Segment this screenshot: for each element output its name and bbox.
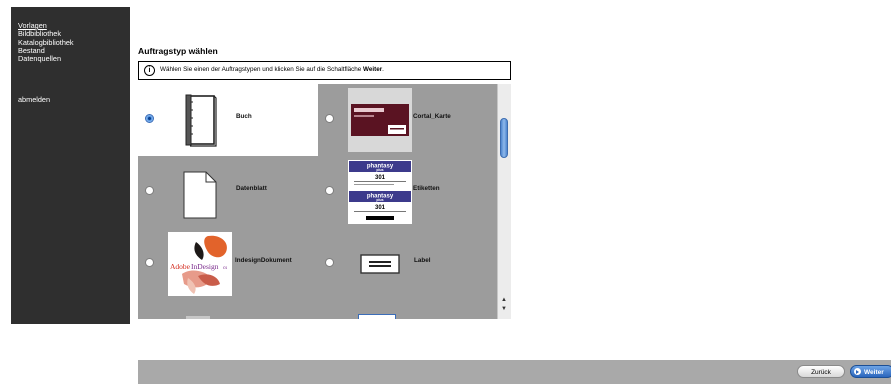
- logout-link[interactable]: abmelden: [18, 95, 50, 104]
- info-text-end: .: [382, 66, 384, 73]
- job-type-label: Cortal_Karte: [413, 113, 451, 120]
- etiketten-text-num-2: 301: [375, 205, 386, 211]
- adobe-indesign-cs-logo: Adobe InDesign cs: [168, 232, 232, 296]
- job-type-label: IndesignDokument: [235, 257, 292, 264]
- footer-bar: Zurück Weiter: [138, 360, 891, 384]
- next-button-label: Weiter: [864, 369, 884, 376]
- job-type-grid: Buch Cortal_Karte Datenblatt phantasy pl: [138, 84, 511, 319]
- radio-cortal-karte[interactable]: [325, 114, 334, 123]
- job-type-datenblatt[interactable]: Datenblatt: [138, 156, 318, 228]
- job-type-label[interactable]: Label: [318, 228, 498, 300]
- info-box: i Wählen Sie einen der Auftragstypen und…: [138, 61, 511, 80]
- job-type-label: Buch: [236, 113, 252, 120]
- sidebar: Vorlagen Bildbibliothek Katalogbibliothe…: [11, 7, 130, 324]
- info-icon: i: [144, 65, 155, 76]
- radio-etiketten[interactable]: [325, 186, 334, 195]
- job-type-etiketten[interactable]: phantasy plus 301 phantasy plus 301 Etik…: [318, 156, 498, 228]
- radio-datenblatt[interactable]: [145, 186, 154, 195]
- job-type-label: Datenblatt: [236, 185, 267, 192]
- page-title: Auftragstyp wählen: [138, 46, 218, 56]
- back-button[interactable]: Zurück: [797, 365, 845, 378]
- job-type-indesign-dokument[interactable]: Adobe InDesign cs IndesignDokument: [138, 228, 318, 300]
- job-type-cortal-karte[interactable]: Cortal_Karte: [318, 84, 498, 156]
- info-text-main: Wählen Sie einen der Auftragstypen und k…: [160, 66, 364, 73]
- next-arrow-icon: [854, 368, 861, 375]
- info-text: Wählen Sie einen der Auftragstypen und k…: [160, 66, 384, 73]
- next-button[interactable]: Weiter: [850, 365, 891, 378]
- label-icon: [360, 254, 400, 274]
- indesign-logo-adobe: Adobe: [170, 262, 191, 271]
- book-binder-icon: [185, 94, 217, 147]
- scroll-up-icon[interactable]: ▲: [501, 297, 507, 304]
- radio-label[interactable]: [325, 258, 334, 267]
- job-type-label-text: Label: [414, 257, 431, 264]
- radio-buch[interactable]: [145, 114, 154, 123]
- grid-scrollbar[interactable]: ▲ ▼: [497, 84, 511, 319]
- sidebar-nav: Vorlagen Bildbibliothek Katalogbibliothe…: [18, 21, 74, 63]
- next-row-thumbnail-peek: [186, 316, 210, 319]
- info-text-bold: Weiter: [363, 66, 383, 73]
- etiketten-text-sub-2: plus: [376, 198, 383, 202]
- label-sheet-preview: phantasy plus 301 phantasy plus 301: [348, 160, 412, 224]
- scroll-thumb[interactable]: [500, 118, 508, 158]
- etiketten-text-num: 301: [375, 175, 386, 181]
- next-row-thumbnail-peek: [358, 314, 396, 319]
- scroll-down-icon[interactable]: ▼: [501, 306, 507, 313]
- radio-indesign-dokument[interactable]: [145, 258, 154, 267]
- indesign-logo-indesign: InDesign: [191, 262, 219, 271]
- sidebar-item-datenquellen[interactable]: Datenquellen: [18, 54, 74, 63]
- business-card-preview: [348, 88, 412, 152]
- etiketten-text-sub: plus: [376, 168, 383, 172]
- job-type-buch[interactable]: Buch: [138, 84, 318, 156]
- document-page-icon: [183, 171, 217, 219]
- indesign-logo-cs: cs: [223, 266, 227, 271]
- job-type-label: Etiketten: [413, 185, 440, 192]
